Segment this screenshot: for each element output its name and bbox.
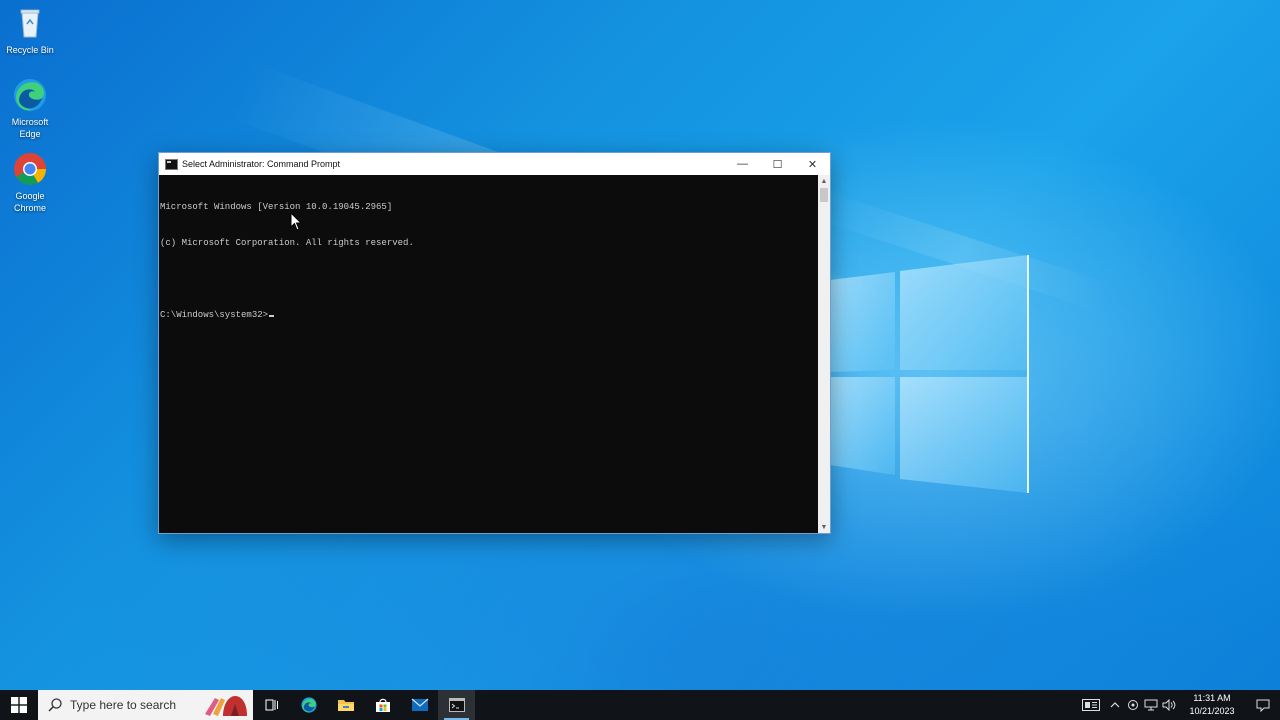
- task-view-button[interactable]: [253, 690, 290, 720]
- taskbar: Type here to search 11:31 AM 10/21/2023: [0, 690, 1280, 720]
- mouse-pointer-icon: [290, 212, 303, 231]
- edge-icon: [300, 697, 317, 713]
- network-button[interactable]: [1142, 690, 1160, 720]
- search-highlight-illustration-icon: [205, 696, 247, 716]
- desktop-icon-label: Google Chrome: [13, 191, 46, 213]
- desktop-icon-recycle-bin[interactable]: Recycle Bin: [4, 4, 56, 56]
- desktop-icon-label: Recycle Bin: [6, 45, 54, 55]
- clock-date: 10/21/2023: [1189, 706, 1235, 716]
- system-tray: 11:31 AM 10/21/2023: [1076, 690, 1280, 720]
- meet-now-icon: [1128, 700, 1138, 710]
- news-icon: [1082, 699, 1100, 711]
- window-title: Select Administrator: Command Prompt: [182, 159, 341, 169]
- news-widget-button[interactable]: [1076, 690, 1106, 720]
- clock-time: 11:31 AM: [1193, 693, 1231, 703]
- desktop-icon-microsoft-edge[interactable]: Microsoft Edge: [4, 76, 56, 140]
- vertical-scrollbar[interactable]: ▲ ▼: [818, 175, 830, 533]
- volume-icon: [1162, 699, 1176, 711]
- command-prompt-window[interactable]: Select Administrator: Command Prompt — ☐…: [158, 152, 831, 534]
- action-center-button[interactable]: [1246, 690, 1280, 720]
- mail-icon: [411, 698, 428, 711]
- command-prompt-icon: [448, 698, 465, 712]
- minimize-button[interactable]: —: [725, 153, 760, 175]
- taskbar-file-explorer-button[interactable]: [327, 690, 364, 720]
- scroll-up-arrow-icon[interactable]: ▲: [818, 175, 830, 187]
- console-prompt-line: C:\Windows\system32>: [160, 309, 817, 321]
- chrome-icon: [11, 150, 49, 188]
- window-controls: — ☐ ✕: [725, 153, 830, 175]
- console-line: (c) Microsoft Corporation. All rights re…: [160, 238, 414, 248]
- command-prompt-icon: [165, 158, 178, 170]
- scrollbar-thumb[interactable]: [820, 188, 828, 202]
- show-hidden-icons-button[interactable]: [1106, 690, 1124, 720]
- text-cursor: [269, 315, 275, 317]
- start-button[interactable]: [0, 690, 38, 720]
- close-button[interactable]: ✕: [795, 153, 830, 175]
- title-bar[interactable]: Select Administrator: Command Prompt — ☐…: [159, 153, 830, 175]
- desktop-icon-label: Microsoft Edge: [11, 117, 49, 139]
- edge-icon: [11, 76, 49, 114]
- taskbar-command-prompt-button[interactable]: [438, 690, 475, 720]
- network-icon: [1144, 699, 1158, 711]
- meet-now-button[interactable]: [1124, 690, 1142, 720]
- chevron-up-icon: [1110, 702, 1120, 708]
- taskbar-mail-button[interactable]: [401, 690, 438, 720]
- recycle-bin-icon: [11, 4, 49, 42]
- search-icon: [48, 698, 62, 712]
- store-icon: [375, 698, 390, 712]
- console-prompt: C:\Windows\system32>: [160, 310, 269, 320]
- taskbar-edge-button[interactable]: [290, 690, 327, 720]
- console-line: Microsoft Windows [Version 10.0.19045.29…: [160, 202, 393, 212]
- search-placeholder: Type here to search: [70, 698, 177, 712]
- windows-start-icon: [11, 697, 27, 713]
- taskbar-search-box[interactable]: Type here to search: [38, 690, 253, 720]
- task-view-icon: [265, 699, 278, 711]
- desktop-icon-google-chrome[interactable]: Google Chrome: [4, 150, 56, 214]
- file-explorer-icon: [337, 700, 354, 711]
- windows-logo-wallpaper: [830, 255, 1029, 493]
- scroll-down-arrow-icon[interactable]: ▼: [818, 521, 830, 533]
- notification-icon: [1256, 699, 1270, 712]
- maximize-button[interactable]: ☐: [760, 153, 795, 175]
- taskbar-clock[interactable]: 11:31 AM 10/21/2023: [1178, 692, 1246, 718]
- volume-button[interactable]: [1160, 690, 1178, 720]
- taskbar-store-button[interactable]: [364, 690, 401, 720]
- console-output[interactable]: Microsoft Windows [Version 10.0.19045.29…: [159, 175, 818, 533]
